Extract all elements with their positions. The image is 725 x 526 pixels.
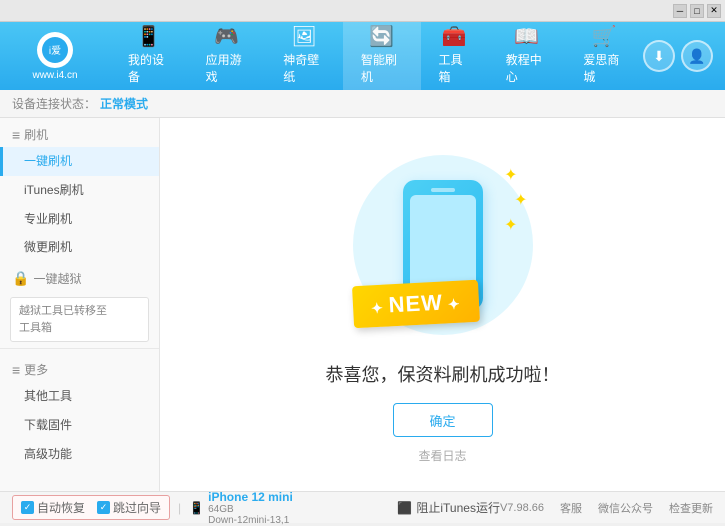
device-version: Down-12mini-13,1 [208, 515, 293, 526]
nav-label-tools: 工具箱 [439, 51, 470, 85]
sidebar-item-download-firmware[interactable]: 下载固件 [0, 411, 159, 440]
sidebar-section-jailbreak-label: 一键越狱 [33, 270, 81, 287]
status-value-text: 正常模式 [100, 95, 148, 112]
stop-itunes-button[interactable]: ⬛ 阻止iTunes运行 [397, 499, 500, 516]
star-icon-2: ✦ [514, 190, 527, 210]
sidebar-item-onekey[interactable]: 一键刷机 [0, 147, 159, 176]
nav-item-device[interactable]: 📱 我的设备 [110, 22, 188, 90]
device-icon: 📱 [189, 501, 204, 515]
user-button[interactable]: 👤 [681, 40, 713, 72]
success-illustration: NEW ✦ ✦ ✦ [343, 145, 543, 345]
maximize-button[interactable]: □ [690, 4, 704, 18]
nav-item-wallpaper[interactable]: 🖼 神奇壁纸 [265, 22, 343, 90]
bottom-right: V7.98.66 客服 微信公众号 检查更新 [500, 500, 713, 516]
download-button[interactable]: ⬇ [643, 40, 675, 72]
nav-item-smart[interactable]: 🔄 智能刷机 [343, 22, 421, 90]
nav-item-tutorial[interactable]: 📖 教程中心 [488, 22, 566, 90]
nav-label-wallpaper: 神奇壁纸 [283, 51, 325, 85]
log-link[interactable]: 查看日志 [418, 447, 466, 464]
wallpaper-nav-icon: 🖼 [291, 27, 316, 47]
auto-restore-check-icon [21, 501, 34, 514]
jailbreak-info-box: 越狱工具已转移至工具箱 [10, 297, 149, 342]
stop-icon: ⬛ [397, 501, 412, 515]
store-nav-icon: 🛒 [592, 27, 617, 47]
nav-label-store: 爱思商城 [583, 51, 625, 85]
nav-label-smart: 智能刷机 [361, 51, 403, 85]
content-area: NEW ✦ ✦ ✦ 恭喜您，保资料刷机成功啦！ 确定 查看日志 [160, 118, 725, 491]
auto-restore-label: 自动恢复 [37, 499, 85, 516]
tool-nav-icon: 🧰 [442, 27, 467, 47]
new-badge: NEW [351, 280, 479, 329]
logo-icon: i爱 [37, 32, 73, 68]
wechat-link[interactable]: 微信公众号 [598, 500, 653, 516]
app-nav-icon: 🎮 [214, 27, 239, 47]
main-layout: ≡ 刷机 一键刷机 iTunes刷机 专业刷机 微更刷机 🔒 一键越狱 越狱工具… [0, 118, 725, 491]
nav-items: 📱 我的设备 🎮 应用游戏 🖼 神奇壁纸 🔄 智能刷机 🧰 工具箱 📖 教程中心… [110, 22, 643, 90]
star-icon-1: ✦ [504, 165, 517, 185]
more-icon: ≡ [12, 362, 20, 378]
customer-service-link[interactable]: 客服 [560, 500, 582, 516]
bottom-divider: | [178, 501, 181, 515]
sidebar-section-more: ≡ 更多 [0, 353, 159, 382]
check-update-link[interactable]: 检查更新 [669, 500, 713, 516]
sidebar: ≡ 刷机 一键刷机 iTunes刷机 专业刷机 微更刷机 🔒 一键越狱 越狱工具… [0, 118, 160, 491]
logo-text: www.i4.cn [32, 70, 77, 81]
close-button[interactable]: ✕ [707, 4, 721, 18]
sidebar-item-advanced[interactable]: 高级功能 [0, 440, 159, 469]
star-icon-3: ✦ [504, 215, 517, 235]
device-info: iPhone 12 mini 64GB Down-12mini-13,1 [208, 490, 293, 526]
lock-icon: 🔒 [12, 270, 29, 287]
sidebar-section-flash-label: 刷机 [24, 126, 48, 143]
nav-item-apps[interactable]: 🎮 应用游戏 [188, 22, 266, 90]
nav-label-tutorial: 教程中心 [506, 51, 548, 85]
stop-label: 阻止iTunes运行 [416, 499, 500, 516]
logo-area: i爱 www.i4.cn [0, 22, 110, 90]
device-name: iPhone 12 mini [208, 490, 293, 504]
confirm-button[interactable]: 确定 [393, 403, 493, 437]
smart-nav-icon: 🔄 [369, 27, 394, 47]
sidebar-item-micro[interactable]: 微更刷机 [0, 233, 159, 262]
auto-restore-checkbox[interactable]: 自动恢复 [21, 499, 85, 516]
status-bar: 设备连接状态： 正常模式 [0, 90, 725, 118]
phone-nav-icon: 📱 [136, 27, 161, 47]
refresh-icon: ≡ [12, 127, 20, 143]
nav-label-apps: 应用游戏 [206, 51, 248, 85]
sidebar-item-pro[interactable]: 专业刷机 [0, 205, 159, 234]
success-title: 恭喜您，保资料刷机成功啦！ [326, 361, 560, 387]
sidebar-section-more-label: 更多 [24, 361, 48, 378]
sidebar-item-itunes[interactable]: iTunes刷机 [0, 176, 159, 205]
sidebar-item-other-tools[interactable]: 其他工具 [0, 382, 159, 411]
minimize-button[interactable]: ─ [673, 4, 687, 18]
nav-label-device: 我的设备 [128, 51, 170, 85]
nav-right: ⬇ 👤 [643, 22, 725, 90]
sidebar-divider [0, 348, 159, 349]
status-label-text: 设备连接状态： [12, 95, 96, 112]
phone-speaker [431, 188, 455, 192]
skip-wizard-checkbox[interactable]: 跳过向导 [97, 499, 161, 516]
skip-wizard-check-icon [97, 501, 110, 514]
bottom-bar: 自动恢复 跳过向导 | 📱 iPhone 12 mini 64GB Down-1… [0, 491, 725, 523]
version-text: V7.98.66 [500, 502, 544, 514]
tutorial-nav-icon: 📖 [514, 27, 539, 47]
sidebar-section-jailbreak: 🔒 一键越狱 [0, 262, 159, 291]
device-storage: 64GB [208, 504, 293, 515]
skip-wizard-label: 跳过向导 [113, 499, 161, 516]
window-controls: ─ □ ✕ [673, 4, 721, 18]
title-bar: ─ □ ✕ [0, 0, 725, 22]
nav-item-store[interactable]: 🛒 爱思商城 [565, 22, 643, 90]
checkbox-area: 自动恢复 跳过向导 [12, 495, 170, 520]
top-nav: i爱 www.i4.cn 📱 我的设备 🎮 应用游戏 🖼 神奇壁纸 🔄 智能刷机… [0, 22, 725, 90]
svg-text:i爱: i爱 [49, 44, 61, 57]
nav-item-tools[interactable]: 🧰 工具箱 [421, 22, 488, 90]
sidebar-section-flash: ≡ 刷机 [0, 118, 159, 147]
